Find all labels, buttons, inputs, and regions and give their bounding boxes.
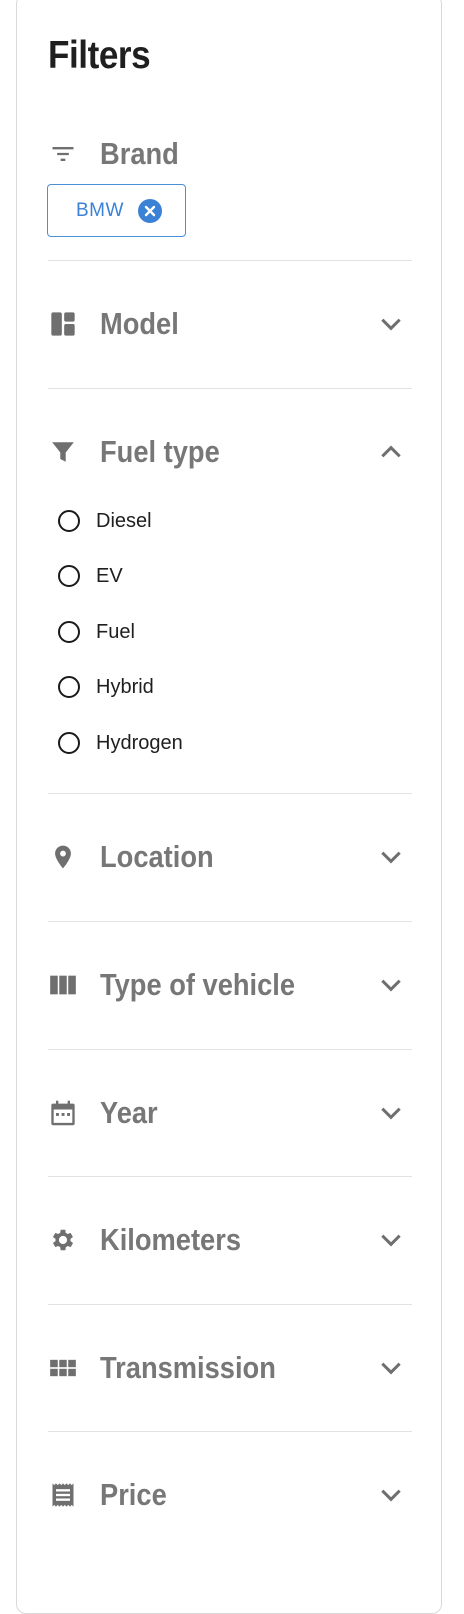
kilometers-label: Kilometers [100,1222,242,1257]
kilometers-header[interactable]: Kilometers [48,1210,412,1270]
model-label: Model [100,306,179,341]
chevron-down-icon[interactable] [378,311,404,337]
radio-label: Hydrogen [96,731,183,754]
radio-label: Hybrid [96,675,154,698]
chevron-up-icon[interactable] [378,439,404,465]
gear-icon [48,1225,78,1255]
radio-label: EV [96,564,123,587]
fuel-type-header[interactable]: Fuel type [48,422,412,482]
funnel-icon [48,437,78,467]
divider [48,921,412,922]
transmission-header[interactable]: Transmission [48,1338,412,1398]
columns-icon [48,970,78,1000]
radio-button[interactable] [58,510,80,532]
radio-button[interactable] [58,565,80,587]
divider [48,1049,412,1050]
radio-label: Fuel [96,620,135,643]
model-header[interactable]: Model [48,294,412,354]
chevron-down-icon[interactable] [378,1355,404,1381]
filters-title: Filters [48,34,151,77]
brand-chip-bmw[interactable]: BMW [47,184,186,237]
radio-label: Diesel [96,509,152,532]
calendar-icon [48,1098,78,1128]
transmission-label: Transmission [100,1350,276,1385]
price-header[interactable]: Price [48,1465,412,1525]
fuel-option-hybrid[interactable]: Hybrid [58,669,154,705]
brand-label: Brand [100,136,179,171]
brand-header[interactable]: Brand [48,124,412,184]
fuel-option-diesel[interactable]: Diesel [58,503,152,539]
location-header[interactable]: Location [48,827,412,887]
apps-grid-icon [48,1353,78,1383]
divider [48,1431,412,1432]
location-label: Location [100,839,214,874]
vehicle-type-header[interactable]: Type of vehicle [48,955,412,1015]
fuel-option-ev[interactable]: EV [58,558,123,594]
divider [48,1304,412,1305]
chevron-down-icon[interactable] [378,972,404,998]
radio-button[interactable] [58,732,80,754]
fuel-type-label: Fuel type [100,434,220,469]
fuel-option-hydrogen[interactable]: Hydrogen [58,725,183,761]
radio-button[interactable] [58,676,80,698]
price-label: Price [100,1477,167,1512]
year-header[interactable]: Year [48,1083,412,1143]
divider [48,793,412,794]
chevron-down-icon[interactable] [378,1482,404,1508]
vehicle-type-label: Type of vehicle [100,967,296,1002]
receipt-icon [48,1480,78,1510]
radio-button[interactable] [58,621,80,643]
year-label: Year [100,1095,158,1130]
fuel-option-fuel[interactable]: Fuel [58,614,135,650]
dashboard-icon [48,309,78,339]
filter-list-icon [48,139,78,169]
divider [48,388,412,389]
chevron-down-icon[interactable] [378,1227,404,1253]
location-pin-icon [48,842,78,872]
chevron-down-icon[interactable] [378,844,404,870]
divider [48,1176,412,1177]
divider [48,260,412,261]
chip-label: BMW [76,199,124,221]
chevron-down-icon[interactable] [378,1100,404,1126]
close-circle-icon[interactable] [138,199,162,223]
